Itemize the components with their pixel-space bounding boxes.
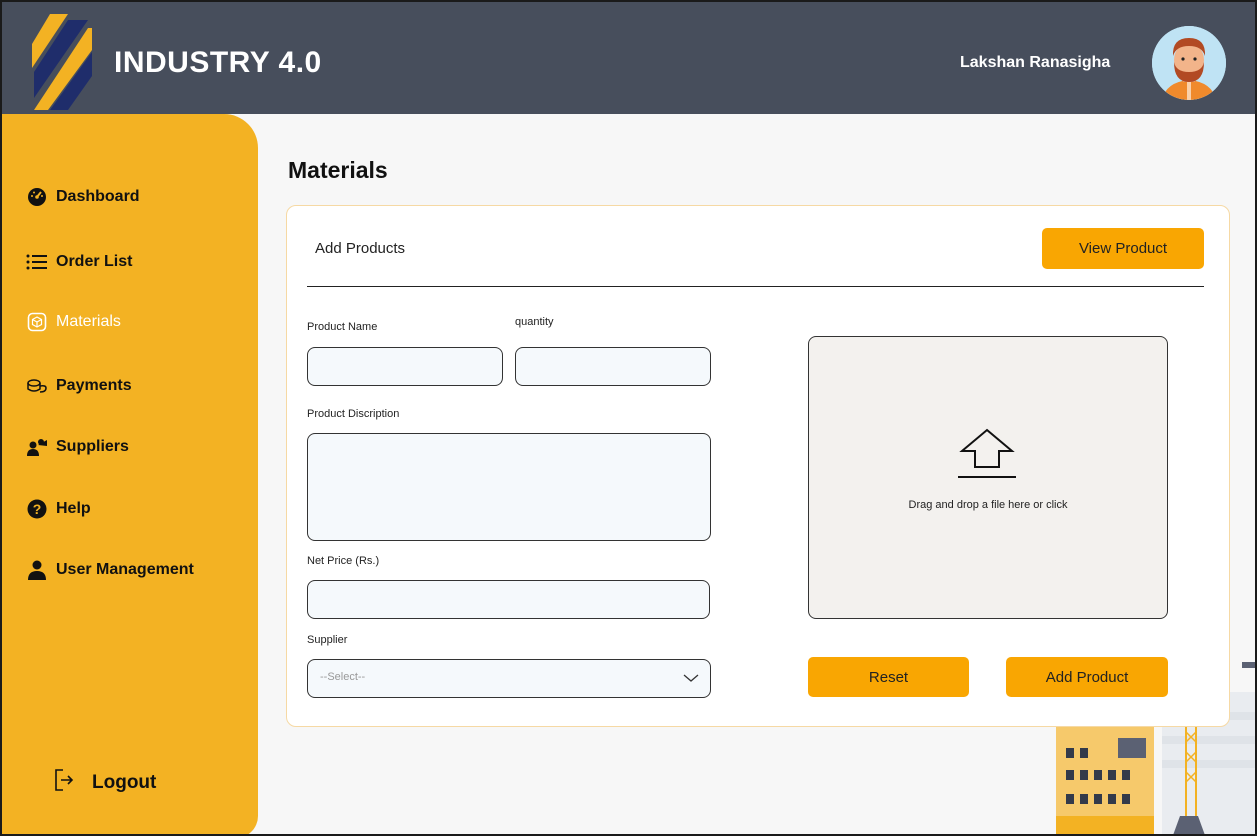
- user-icon: [26, 559, 48, 581]
- sidebar-item-order-list[interactable]: Order List: [26, 251, 132, 273]
- supplier-label: Supplier: [307, 634, 348, 646]
- top-bar: INDUSTRY 4.0 Lakshan Ranasigha: [2, 2, 1255, 114]
- logout-icon: [54, 768, 74, 798]
- sidebar-item-label: Payments: [56, 377, 132, 394]
- quantity-input[interactable]: [515, 347, 711, 386]
- sidebar-item-help[interactable]: ? Help: [26, 498, 91, 520]
- question-icon: ?: [26, 498, 48, 520]
- logout-button[interactable]: Logout: [54, 768, 156, 798]
- product-name-label: Product Name: [307, 321, 378, 333]
- chevron-down-icon: [682, 672, 700, 687]
- quantity-label: quantity: [515, 316, 554, 328]
- upload-arrow-icon: [954, 425, 1020, 490]
- box-icon: [26, 311, 48, 333]
- supplier-select-value: --Select--: [320, 671, 366, 683]
- svg-text:?: ?: [33, 501, 42, 517]
- add-product-button[interactable]: Add Product: [1006, 657, 1168, 697]
- list-icon: [26, 251, 48, 273]
- sidebar-item-payments[interactable]: Payments: [26, 375, 132, 397]
- add-product-card: Add Products View Product Product Name q…: [286, 205, 1230, 727]
- coins-icon: [26, 375, 48, 397]
- description-label: Product Discription: [307, 408, 400, 420]
- net-price-input[interactable]: [307, 580, 710, 619]
- logout-label: Logout: [92, 772, 157, 793]
- divider: [307, 286, 1204, 287]
- sidebar-item-dashboard[interactable]: Dashboard: [26, 186, 140, 208]
- avatar[interactable]: [1152, 26, 1226, 100]
- sidebar-item-materials[interactable]: Materials: [26, 311, 121, 333]
- user-name[interactable]: Lakshan Ranasigha: [960, 54, 1110, 72]
- sidebar-item-label: Suppliers: [56, 438, 129, 455]
- speedometer-icon: [26, 186, 48, 208]
- page-title: Materials: [288, 157, 388, 183]
- app-window: INDUSTRY 4.0 Lakshan Ranasigha Dashboard: [0, 0, 1257, 836]
- description-textarea[interactable]: [307, 433, 711, 541]
- logo-icon: [32, 14, 92, 110]
- dropzone-text: Drag and drop a file here or click: [908, 499, 1068, 511]
- sidebar-item-label: Materials: [56, 313, 121, 330]
- sidebar-item-label: Dashboard: [56, 188, 140, 205]
- supplier-select[interactable]: --Select--: [307, 659, 711, 698]
- users-icon: [26, 436, 48, 458]
- sidebar-item-label: Help: [56, 500, 91, 517]
- sidebar-item-user-management[interactable]: User Management: [26, 559, 194, 581]
- sidebar-item-label: User Management: [56, 561, 194, 578]
- sidebar: Dashboard Order List Materials Payments …: [2, 114, 258, 834]
- net-price-label: Net Price (Rs.): [307, 555, 380, 567]
- reset-button[interactable]: Reset: [808, 657, 969, 697]
- file-dropzone[interactable]: Drag and drop a file here or click: [808, 336, 1168, 619]
- card-title: Add Products: [315, 240, 406, 257]
- sidebar-item-label: Order List: [56, 253, 133, 270]
- view-product-button[interactable]: View Product: [1042, 228, 1204, 269]
- product-name-input[interactable]: [307, 347, 503, 386]
- app-title: INDUSTRY 4.0: [114, 46, 322, 79]
- avatar-icon: [1152, 26, 1226, 100]
- sidebar-item-suppliers[interactable]: Suppliers: [26, 436, 129, 458]
